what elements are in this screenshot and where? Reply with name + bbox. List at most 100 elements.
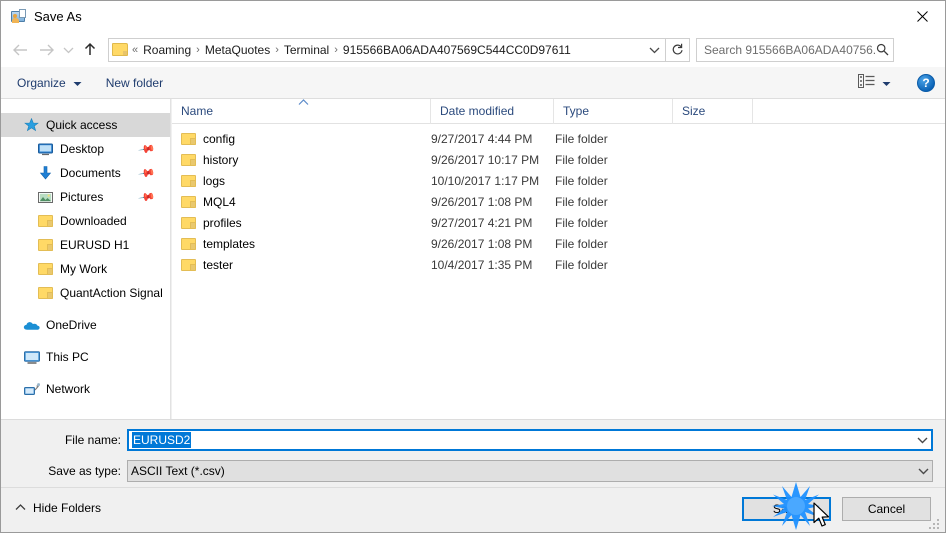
new-folder-button[interactable]: New folder [98, 71, 171, 95]
pin-icon: 📌 [137, 188, 156, 207]
file-name-input[interactable]: EURUSD2 [127, 429, 933, 451]
sidebar-item-label: This PC [46, 350, 89, 364]
file-name-label: logs [203, 173, 226, 188]
folder-icon [181, 216, 196, 229]
sidebar-item-network[interactable]: Network [1, 377, 170, 401]
file-type-cell: File folder [555, 194, 608, 209]
file-type-cell: File folder [555, 236, 608, 251]
save-label: Save [772, 502, 801, 516]
hide-folders-button[interactable]: Hide Folders [15, 501, 101, 515]
close-icon[interactable] [899, 1, 945, 32]
column-header-size[interactable]: Size [673, 98, 753, 124]
breadcrumb-terminal[interactable]: Terminal [281, 41, 332, 59]
breadcrumb-separator[interactable]: › [332, 44, 340, 56]
breadcrumb-separator[interactable]: › [194, 44, 202, 56]
window-title: Save As [34, 9, 82, 24]
sidebar-item-label: Network [46, 382, 91, 396]
sidebar-item-my-work[interactable]: My Work [1, 257, 170, 281]
sidebar-item-label: Documents [60, 166, 121, 180]
address-bar[interactable]: « Roaming › MetaQuotes › Terminal › 9155… [108, 37, 666, 62]
breadcrumb-roaming[interactable]: Roaming [140, 41, 194, 59]
chevron-up-icon [15, 503, 26, 514]
file-list-pane: Name Date modified Type Size config 9/27… [172, 98, 945, 419]
view-mode-icon [858, 74, 875, 91]
folder-icon [181, 237, 196, 250]
sidebar-item-onedrive[interactable]: OneDrive [1, 313, 170, 337]
table-row[interactable]: MQL4 9/26/2017 1:08 PM File folder [172, 191, 945, 212]
file-type-cell: File folder [555, 257, 608, 272]
save-as-type-select[interactable]: ASCII Text (*.csv) [127, 460, 933, 482]
file-name-cell: config [172, 132, 431, 146]
pin-icon: 📌 [137, 140, 156, 159]
help-icon[interactable]: ? [917, 73, 935, 92]
file-name-cell: templates [172, 237, 431, 251]
cancel-button[interactable]: Cancel [842, 497, 931, 521]
sidebar-item-pictures[interactable]: Pictures 📌 [1, 185, 170, 209]
file-rows: config 9/27/2017 4:44 PM File folder his… [172, 124, 945, 275]
sidebar-item-quick-access[interactable]: Quick access [1, 113, 170, 137]
refresh-icon[interactable] [666, 37, 690, 62]
organize-button[interactable]: Organize [9, 71, 90, 95]
sort-ascending-icon [298, 99, 309, 108]
sidebar-item-documents[interactable]: Documents 📌 [1, 161, 170, 185]
file-name-cell: profiles [172, 216, 431, 230]
table-row[interactable]: tester 10/4/2017 1:35 PM File folder [172, 254, 945, 275]
sidebar-item-label: Downloaded [60, 214, 127, 228]
quick-access-star-icon [23, 117, 40, 133]
resize-grip-icon[interactable] [929, 517, 941, 529]
file-name-cell: MQL4 [172, 195, 431, 209]
file-name-cell: tester [172, 258, 431, 272]
folder-icon [181, 258, 196, 271]
file-date-cell: 10/4/2017 1:35 PM [431, 257, 533, 272]
folder-icon [37, 285, 54, 301]
file-type-cell: File folder [555, 173, 608, 188]
sidebar-item-this-pc[interactable]: This PC [1, 345, 170, 369]
recent-locations-chevron-icon[interactable] [59, 37, 77, 63]
column-headers: Name Date modified Type Size [172, 98, 945, 124]
chevron-down-icon[interactable] [914, 431, 931, 449]
folder-icon [181, 132, 196, 145]
chevron-down-icon[interactable] [915, 461, 932, 481]
column-header-date-modified[interactable]: Date modified [431, 98, 554, 124]
save-as-icon [10, 8, 26, 25]
file-name-cell: history [172, 153, 431, 167]
file-name-value: EURUSD2 [132, 432, 192, 448]
table-row[interactable]: logs 10/10/2017 1:17 PM File folder [172, 170, 945, 191]
column-header-type[interactable]: Type [554, 98, 673, 124]
file-name-cell: logs [172, 174, 431, 188]
sidebar-item-label: OneDrive [46, 318, 97, 332]
save-button[interactable]: Save [742, 497, 831, 521]
table-row[interactable]: config 9/27/2017 4:44 PM File folder [172, 128, 945, 149]
chevron-down-icon[interactable] [645, 40, 663, 60]
sidebar-item-label: QuantAction Signal [60, 286, 163, 300]
breadcrumb-separator[interactable]: › [273, 44, 281, 56]
search-input[interactable]: Search 915566BA06ADA40756... [696, 37, 894, 62]
title-bar: Save As [1, 1, 945, 32]
folder-icon [181, 195, 196, 208]
file-name-label: File name: [64, 433, 121, 447]
view-mode-button[interactable] [854, 71, 895, 95]
table-row[interactable]: history 9/26/2017 10:17 PM File folder [172, 149, 945, 170]
hide-folders-label: Hide Folders [33, 501, 102, 515]
sidebar-item-label: Desktop [60, 142, 105, 156]
sidebar-item-eurusd-h1[interactable]: EURUSD H1 [1, 233, 170, 257]
navigation-sidebar[interactable]: Quick access Desktop 📌 Documents 📌 Pictu… [1, 99, 171, 419]
sidebar-item-downloaded[interactable]: Downloaded [1, 209, 170, 233]
network-icon [23, 381, 40, 397]
file-date-cell: 9/26/2017 1:08 PM [431, 194, 533, 209]
forward-arrow-icon[interactable] [33, 37, 59, 63]
file-date-cell: 9/27/2017 4:44 PM [431, 131, 533, 146]
table-row[interactable]: templates 9/26/2017 1:08 PM File folder [172, 233, 945, 254]
save-form: File name: EURUSD2 Save as type: ASCII T… [1, 419, 945, 487]
folder-icon [37, 237, 54, 253]
file-date-cell: 9/26/2017 10:17 PM [431, 152, 540, 167]
save-as-dialog: Save As « Roaming › MetaQuotes › Termina… [0, 0, 946, 533]
breadcrumb-terminal-id[interactable]: 915566BA06ADA407569C544CC0D97611 [340, 41, 574, 59]
sidebar-item-quantaction-signal[interactable]: QuantAction Signal [1, 281, 170, 305]
breadcrumb-metaquotes[interactable]: MetaQuotes [202, 41, 273, 59]
sidebar-item-desktop[interactable]: Desktop 📌 [1, 137, 170, 161]
table-row[interactable]: profiles 9/27/2017 4:21 PM File folder [172, 212, 945, 233]
back-arrow-icon[interactable] [7, 37, 33, 63]
up-arrow-icon[interactable] [77, 37, 103, 63]
file-name-label: MQL4 [203, 194, 236, 209]
